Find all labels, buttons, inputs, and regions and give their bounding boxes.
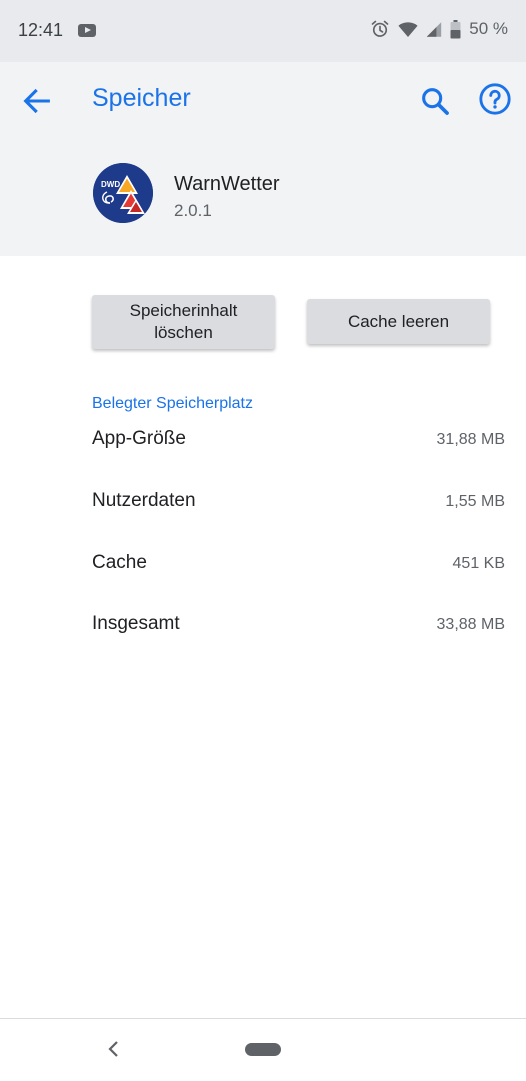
app-bar: Speicher DWD WarnWetter 2.0.1 [0,62,526,256]
clear-storage-label: Speicherinhalt löschen [129,301,238,342]
battery-percentage: 50 % [469,19,508,38]
storage-row-label: Cache [92,552,147,573]
clear-storage-button[interactable]: Speicherinhalt löschen [92,295,275,349]
status-bar: 12:41 50 % [0,0,526,62]
status-icons: 50 % [370,19,508,39]
storage-row-label: Nutzerdaten [92,490,196,511]
alarm-icon [371,20,389,37]
youtube-notification-icon [78,24,96,37]
nav-back-icon[interactable] [104,1039,124,1059]
app-version: 2.0.1 [174,201,212,220]
help-icon[interactable] [478,82,512,116]
app-icon-label: DWD [101,180,120,189]
app-name: WarnWetter [174,173,280,195]
cell-signal-icon [427,21,442,37]
storage-row-label: App-Größe [92,428,186,449]
status-time: 12:41 [18,20,64,40]
wifi-icon [398,21,418,37]
storage-row-value: 33,88 MB [436,616,505,633]
clear-cache-button[interactable]: Cache leeren [307,299,490,344]
warnwetter-logo-icon: DWD [93,163,153,223]
storage-row-value: 1,55 MB [445,493,505,510]
storage-row-value: 451 KB [452,555,505,572]
battery-icon [450,19,461,38]
nav-home-pill[interactable] [245,1043,281,1056]
storage-row-label: Insgesamt [92,613,180,634]
app-icon: DWD [93,163,153,223]
page-title: Speicher [92,84,191,112]
storage-section-header: Belegter Speicherplatz [92,395,253,412]
back-arrow-icon[interactable] [20,84,54,118]
storage-row-value: 31,88 MB [436,431,505,448]
navigation-bar [0,1018,526,1081]
search-icon[interactable] [418,84,452,118]
